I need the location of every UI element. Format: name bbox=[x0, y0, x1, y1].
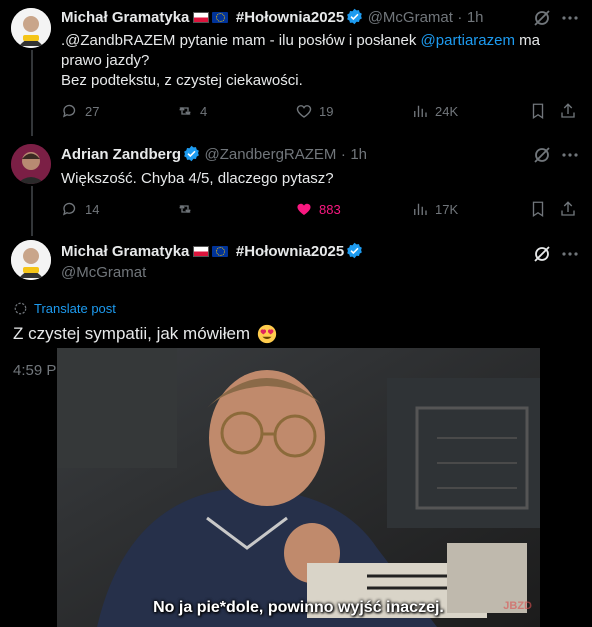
author-name[interactable]: Michał Gramatyka bbox=[61, 243, 189, 260]
views-count: 17K bbox=[435, 201, 459, 217]
main-header: Michał Gramatyka #Hołownia2025 bbox=[61, 242, 363, 261]
tweet2-header: Adrian Zandberg @ZandbergRAZEM · 1h bbox=[61, 145, 368, 163]
views-icon bbox=[414, 105, 427, 117]
more-icon[interactable] bbox=[560, 145, 580, 165]
repost-count: 4 bbox=[200, 103, 208, 119]
poland-flag-icon bbox=[193, 246, 210, 257]
author-handle[interactable]: @ZandbergRAZEM bbox=[204, 146, 336, 163]
repost-button[interactable]: 4 bbox=[176, 102, 207, 120]
like-button[interactable]: 883 bbox=[295, 200, 341, 218]
heart-eyes-emoji-icon bbox=[257, 324, 277, 344]
repost-button[interactable] bbox=[176, 200, 200, 218]
avatar-image bbox=[11, 144, 51, 184]
video-frame-image bbox=[57, 348, 540, 627]
author-name[interactable]: Michał Gramatyka bbox=[61, 9, 189, 26]
views-button[interactable]: 24K bbox=[411, 102, 458, 120]
views-count: 24K bbox=[435, 103, 459, 119]
eu-flag-icon bbox=[212, 246, 229, 257]
repost-icon bbox=[179, 107, 191, 115]
author-hashtag[interactable]: #Hołownia2025 bbox=[236, 243, 344, 260]
grok-icon[interactable] bbox=[532, 8, 552, 28]
avatar-image bbox=[11, 240, 51, 280]
more-icon[interactable] bbox=[560, 8, 580, 28]
main-text: Z czystej sympatii, jak mówiłem bbox=[13, 323, 278, 345]
like-count: 19 bbox=[319, 103, 334, 119]
grok-icon[interactable] bbox=[532, 145, 552, 165]
tweet1-text-line2: Bez podtekstu, z czystej ciekawości. bbox=[61, 72, 303, 89]
avatar-image bbox=[11, 8, 51, 48]
watermark-logo: JBZD bbox=[503, 600, 532, 612]
main-text-content: Z czystej sympatii, jak mówiłem bbox=[13, 324, 251, 343]
poland-flag-icon bbox=[193, 12, 210, 23]
author-handle[interactable]: @McGramat bbox=[368, 9, 453, 26]
reply-count: 14 bbox=[85, 201, 100, 217]
avatar-gramatyka[interactable] bbox=[11, 8, 51, 48]
translate-link[interactable]: Translate post bbox=[34, 301, 116, 316]
thread-line bbox=[31, 186, 33, 236]
translate-post[interactable]: Translate post bbox=[13, 301, 116, 316]
reply-icon bbox=[62, 202, 76, 216]
author-name[interactable]: Adrian Zandberg bbox=[61, 146, 181, 163]
grok-icon[interactable] bbox=[532, 244, 552, 264]
tweet1-actions: 27 4 19 24K bbox=[61, 102, 581, 122]
repost-icon bbox=[179, 205, 191, 213]
translate-icon bbox=[14, 302, 27, 315]
mention-link[interactable]: @partiarazem bbox=[421, 32, 515, 49]
like-button[interactable]: 19 bbox=[295, 102, 333, 120]
verified-icon bbox=[184, 145, 199, 162]
verified-icon bbox=[347, 242, 363, 259]
tweet1-text-prefix: .@ZandbRAZEM pytanie mam - ilu posłów i … bbox=[61, 32, 421, 49]
views-icon bbox=[414, 203, 427, 215]
reply-count: 27 bbox=[85, 103, 100, 119]
share-icon[interactable] bbox=[559, 200, 577, 218]
like-count: 883 bbox=[319, 201, 341, 217]
views-button[interactable]: 17K bbox=[411, 200, 458, 218]
more-icon[interactable] bbox=[560, 244, 580, 264]
tweet1-text: .@ZandbRAZEM pytanie mam - ilu posłów i … bbox=[61, 31, 551, 91]
heart-icon bbox=[296, 105, 312, 118]
eu-flag-icon bbox=[212, 12, 229, 23]
author-hashtag[interactable]: #Hołownia2025 bbox=[236, 9, 344, 26]
reply-button[interactable]: 14 bbox=[61, 200, 99, 218]
post-time[interactable]: 1h bbox=[350, 146, 367, 163]
bookmark-icon[interactable] bbox=[529, 102, 547, 120]
post-time[interactable]: 1h bbox=[467, 9, 484, 26]
share-icon[interactable] bbox=[559, 102, 577, 120]
avatar-zandberg[interactable] bbox=[11, 144, 51, 184]
author-handle[interactable]: @McGramat bbox=[61, 264, 146, 281]
avatar-gramatyka[interactable] bbox=[11, 240, 51, 280]
heart-filled-icon bbox=[297, 203, 311, 215]
tweet2-text: Większość. Chyba 4/5, dlaczego pytasz? bbox=[61, 170, 334, 187]
tweet1-header: Michał Gramatyka #Hołownia2025 @McGramat… bbox=[61, 8, 484, 26]
timestamp[interactable]: 4:59 P bbox=[13, 362, 56, 379]
reply-button[interactable]: 27 bbox=[61, 102, 99, 120]
bookmark-icon[interactable] bbox=[529, 200, 547, 218]
reply-icon bbox=[62, 104, 76, 118]
verified-icon bbox=[347, 8, 363, 25]
video-subtitle: No ja pie*dole, powinno wyjść inaczej. bbox=[153, 599, 444, 616]
tweet2-actions: 14 883 17K bbox=[61, 200, 581, 220]
embedded-video[interactable]: No ja pie*dole, powinno wyjść inaczej. J… bbox=[57, 348, 540, 627]
thread-line bbox=[31, 50, 33, 136]
